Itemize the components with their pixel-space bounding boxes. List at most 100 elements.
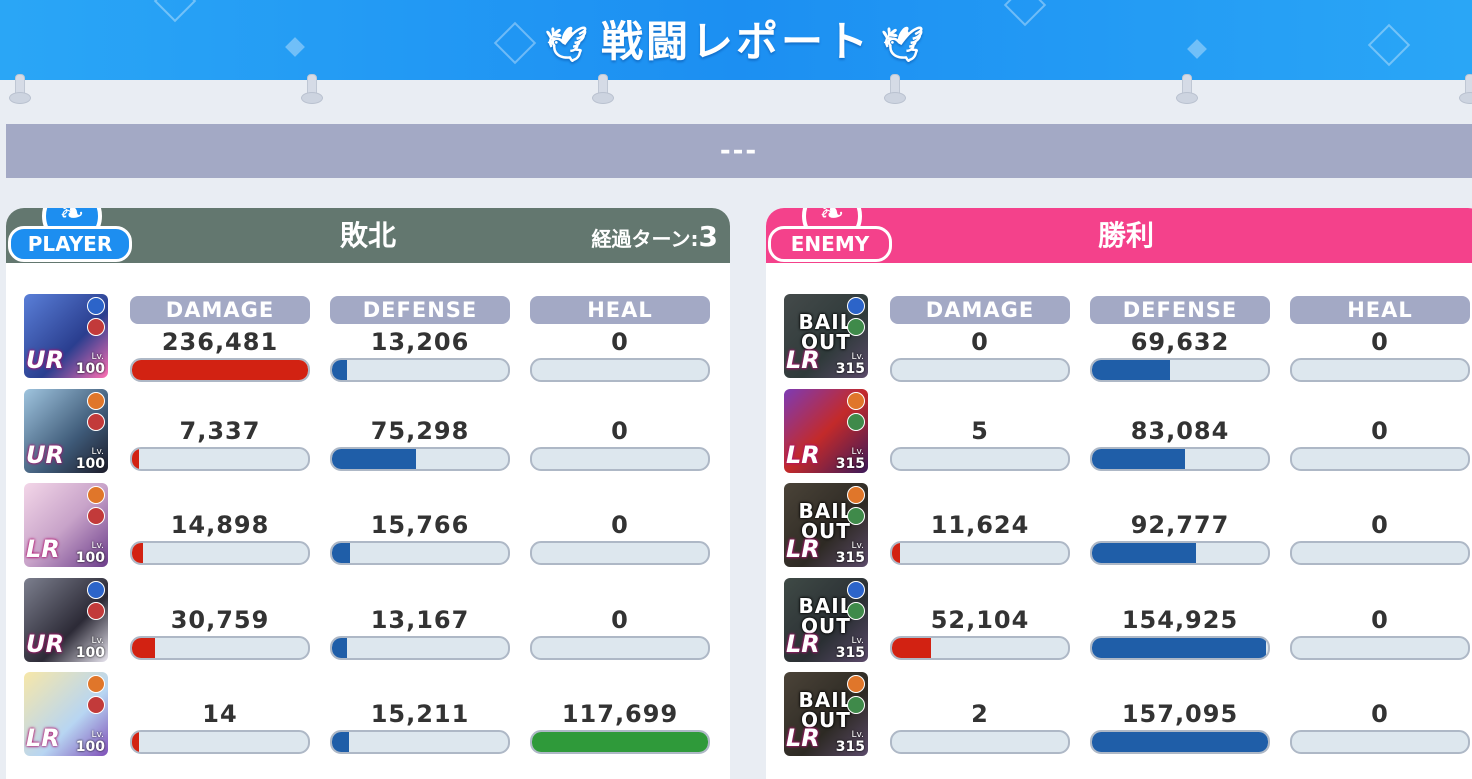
defense-bar-fill [1092, 448, 1186, 469]
damage-value: 52,104 [930, 605, 1030, 634]
role-icon [847, 412, 865, 431]
enemy-defense-header: DEFENSE [1090, 296, 1270, 324]
damage-stat: 11,624 [890, 511, 1070, 565]
page-title-text: 戦闘レポート [600, 17, 871, 66]
damage-stat: 30,759 [130, 606, 310, 660]
level-value: 100 [75, 550, 105, 566]
defense-bar [1090, 446, 1270, 471]
rarity-label: UR [26, 629, 64, 658]
role-icon [87, 318, 105, 336]
heal-stat: 0 [1290, 417, 1470, 471]
role-icon [847, 318, 865, 336]
rarity-label: LR [786, 346, 820, 374]
defense-bar [330, 541, 510, 565]
damage-stat: 236,481 [130, 328, 310, 382]
unit-row: UR Lv. 100 30,759 13,167 0 [6, 577, 730, 672]
unit-portrait[interactable]: LR Lv. 100 [24, 672, 108, 756]
defense-value: 75,298 [370, 416, 470, 445]
role-icon [847, 601, 865, 620]
damage-bar-fill [132, 637, 155, 658]
heal-bar-fill [532, 732, 708, 752]
unit-portrait[interactable]: LR Lv. 100 [24, 483, 108, 567]
damage-bar [130, 635, 310, 660]
defense-bar-fill [1092, 543, 1196, 563]
defense-stat: 15,211 [330, 700, 510, 754]
element-icon [847, 486, 865, 504]
defense-bar [330, 730, 510, 754]
unit-portrait[interactable]: UR Lv. 100 [24, 294, 108, 378]
heal-bar [1290, 358, 1470, 382]
defense-bar [330, 358, 510, 382]
heal-bar [530, 358, 710, 382]
defense-bar-fill [1092, 637, 1266, 658]
heal-value: 0 [1371, 511, 1389, 539]
heal-stat: 0 [530, 606, 710, 660]
heal-bar [530, 635, 710, 660]
pin-icon [883, 74, 906, 106]
unit-portrait[interactable]: UR Lv. 100 [24, 577, 108, 662]
element-icon [847, 391, 865, 410]
element-icon [87, 580, 105, 599]
player-defense-header: DEFENSE [330, 296, 510, 324]
role-icon [87, 601, 105, 620]
unit-portrait[interactable]: BAIL OUT LR Lv. 315 [784, 483, 868, 567]
level-value: 315 [835, 644, 865, 661]
enemy-heal-header: HEAL [1290, 296, 1470, 324]
defense-stat: 13,206 [330, 328, 510, 382]
damage-stat: 7,337 [130, 417, 310, 471]
element-icon [87, 486, 105, 504]
unit-row: UR Lv. 100 7,337 75,298 0 [6, 388, 730, 483]
heal-value: 0 [1371, 605, 1389, 634]
unit-portrait[interactable]: LR Lv. 315 [784, 388, 868, 473]
heal-stat: 0 [530, 417, 710, 471]
rarity-label: UR [26, 346, 64, 374]
damage-bar-fill [132, 448, 140, 469]
player-heal-header: HEAL [530, 296, 710, 324]
level-value: 100 [75, 739, 105, 755]
damage-stat: 2 [890, 700, 1070, 754]
unit-portrait[interactable]: BAIL OUT LR Lv. 315 [784, 577, 868, 662]
defense-bar-fill [1092, 360, 1170, 380]
damage-bar [130, 358, 310, 382]
role-icon [87, 696, 105, 714]
heal-value: 0 [611, 511, 629, 539]
unit-row: BAIL OUT LR Lv. 315 52,104 154,925 0 [766, 577, 1472, 672]
damage-bar [130, 541, 310, 565]
role-icon [87, 412, 105, 431]
heal-value: 0 [1371, 700, 1389, 728]
heal-bar [1290, 446, 1470, 471]
heal-bar [530, 730, 710, 754]
defense-bar [1090, 730, 1270, 754]
element-icon [847, 675, 865, 693]
heal-bar [1290, 541, 1470, 565]
defense-stat: 92,777 [1090, 511, 1270, 565]
role-icon [847, 507, 865, 525]
defense-bar [330, 635, 510, 660]
element-icon [87, 391, 105, 410]
unit-portrait[interactable]: UR Lv. 100 [24, 388, 108, 473]
battle-subtitle-bar: --- [6, 124, 1472, 178]
damage-value: 5 [971, 416, 989, 445]
damage-bar [890, 635, 1070, 660]
pin-icon [1458, 74, 1472, 106]
player-damage-header: DAMAGE [130, 296, 310, 324]
damage-stat: 14,898 [130, 511, 310, 565]
damage-bar-fill [132, 360, 308, 380]
unit-portrait[interactable]: BAIL OUT LR Lv. 315 [784, 294, 868, 378]
enemy-badge: ❧ ENEMY [768, 208, 892, 266]
pin-icon [1175, 74, 1198, 106]
unit-portrait[interactable]: BAIL OUT LR Lv. 315 [784, 672, 868, 756]
defense-stat: 75,298 [330, 417, 510, 471]
damage-value: 14 [202, 700, 238, 728]
heal-value: 0 [1371, 416, 1389, 445]
rarity-label: UR [26, 440, 64, 469]
player-panel: 敗北 経過ターン:3 ❧ PLAYER UR Lv. 100 236,481 13,20… [6, 208, 730, 779]
defense-bar-fill [332, 543, 350, 563]
rarity-label: LR [786, 535, 820, 563]
defense-value: 157,095 [1121, 700, 1239, 728]
unit-row: BAIL OUT LR Lv. 315 11,624 92,777 0 [766, 483, 1472, 577]
defense-stat: 15,766 [330, 511, 510, 565]
damage-value: 7,337 [179, 416, 261, 445]
defense-bar-fill [1092, 732, 1268, 752]
defense-bar-fill [332, 637, 347, 658]
